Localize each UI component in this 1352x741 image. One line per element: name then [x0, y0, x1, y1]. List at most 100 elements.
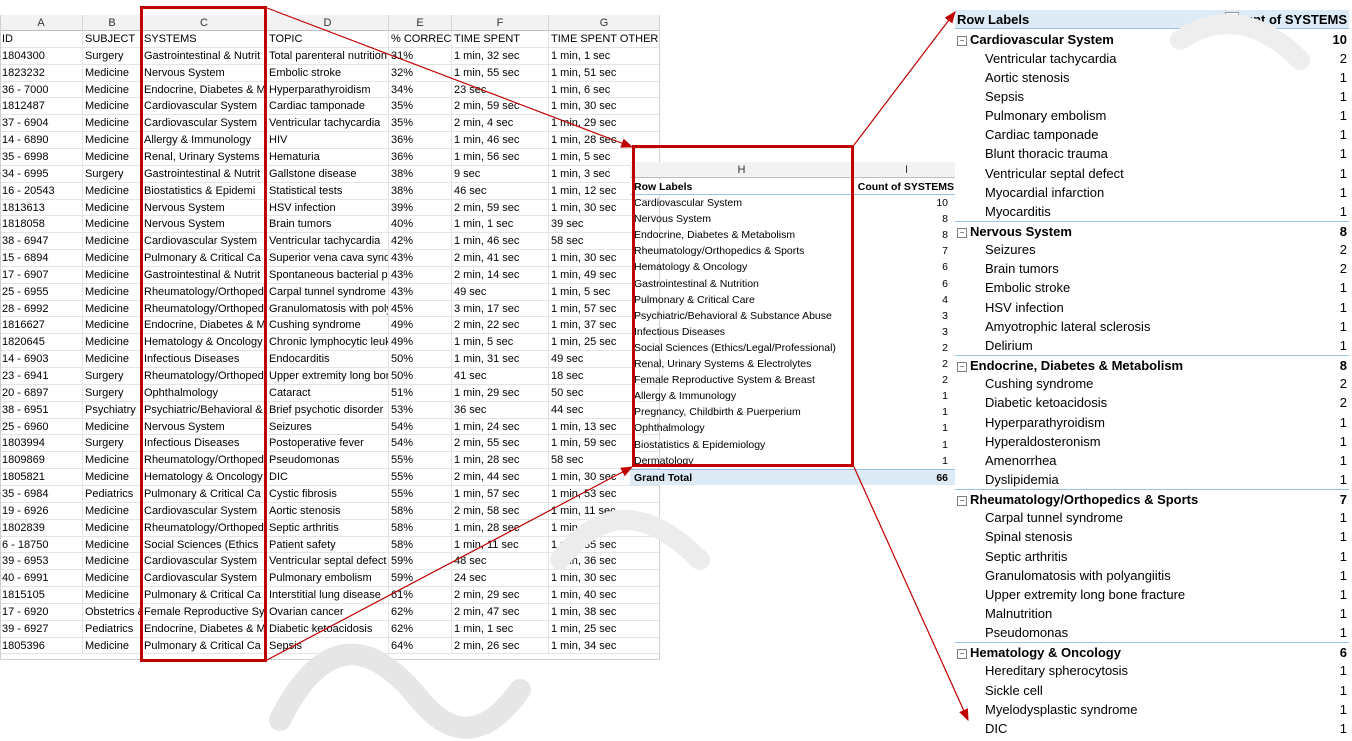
cell-subject[interactable]: SUBJECT — [83, 31, 142, 47]
pivot-item-row[interactable]: DIC 1 — [955, 719, 1349, 738]
cell-subject[interactable]: Medicine — [83, 148, 142, 165]
cell-time-spent[interactable]: 2 min, 58 sec — [452, 502, 549, 519]
cell-time-spent-other[interactable]: 1 min, 35 sec — [549, 536, 660, 553]
cell-systems[interactable]: Endocrine, Diabetes & M — [142, 317, 267, 334]
cell-systems[interactable]: Cardiovascular System — [142, 98, 267, 115]
cell-time-spent-other[interactable]: 1 min, 30 sec — [549, 570, 660, 587]
pivot-item-row[interactable]: Cushing syndrome 2 — [955, 374, 1349, 393]
cell-time-spent[interactable]: 2 min, 59 sec — [452, 98, 549, 115]
cell-time-spent[interactable]: 49 sec — [452, 283, 549, 300]
pivot-row[interactable]: Female Reproductive System & Breast 2 — [630, 372, 960, 388]
cell-subject[interactable]: Medicine — [83, 115, 142, 132]
cell-topic[interactable]: Ventricular septal defect — [267, 553, 389, 570]
cell-time-spent[interactable]: 1 min, 11 sec — [452, 536, 549, 553]
column-header-g[interactable]: G — [549, 15, 660, 31]
cell-time-spent-other[interactable]: 1 min, 38 sec — [549, 603, 660, 620]
cell-systems[interactable]: Pulmonary & Critical Ca — [142, 587, 267, 604]
cell-systems[interactable]: Female Reproductive Sy — [142, 603, 267, 620]
cell-correct[interactable]: 62% — [389, 603, 452, 620]
cell-correct[interactable]: 36% — [389, 148, 452, 165]
cell-time-spent[interactable]: 1 min, 1 sec — [452, 216, 549, 233]
cell-subject[interactable]: Medicine — [83, 637, 142, 654]
pivot-item-row[interactable]: Embolic stroke 1 — [955, 278, 1349, 297]
cell-systems[interactable]: Gastrointestinal & Nutrit — [142, 47, 267, 64]
cell-subject[interactable]: Pediatrics — [83, 485, 142, 502]
pivot-row[interactable]: Ophthalmology 1 — [630, 420, 960, 436]
cell-topic[interactable]: Cystic fibrosis — [267, 485, 389, 502]
pivot-group-row[interactable]: − Rheumatology/Orthopedics & Sports 7 — [955, 489, 1349, 508]
cell-correct[interactable]: 40% — [389, 216, 452, 233]
pivot-item-row[interactable]: Sepsis 1 — [955, 87, 1349, 106]
cell-id[interactable]: 1805821 — [0, 469, 83, 486]
cell-subject[interactable]: Medicine — [83, 132, 142, 149]
cell-time-spent[interactable]: 3 min, 17 sec — [452, 300, 549, 317]
cell-topic[interactable]: Upper extremity long bon — [267, 368, 389, 384]
pivot-row[interactable]: Hematology & Oncology 6 — [630, 259, 960, 275]
cell-systems[interactable]: Hematology & Oncology — [142, 334, 267, 351]
cell-correct[interactable]: 59% — [389, 553, 452, 570]
cell-topic[interactable]: Cushing syndrome — [267, 317, 389, 334]
cell-topic[interactable]: Carpal tunnel syndrome — [267, 283, 389, 300]
cell-time-spent-other[interactable]: 1 min, 40 sec — [549, 587, 660, 604]
pivot-item-row[interactable]: Pseudomonas 1 — [955, 623, 1349, 642]
cell-time-spent[interactable]: 2 min, 44 sec — [452, 469, 549, 486]
pivot-item-row[interactable]: Ventricular septal defect 1 — [955, 164, 1349, 183]
cell-systems[interactable]: Rheumatology/Orthoped — [142, 452, 267, 469]
cell-correct[interactable]: 59% — [389, 570, 452, 587]
cell-systems[interactable]: Cardiovascular System — [142, 502, 267, 519]
cell-systems[interactable]: Allergy & Immunology — [142, 132, 267, 149]
pivot-row[interactable]: Dermatology 1 — [630, 453, 960, 469]
cell-id[interactable]: 1820645 — [0, 334, 83, 351]
pivot-row[interactable]: Allergy & Immunology 1 — [630, 388, 960, 404]
cell-id[interactable]: 14 - 6890 — [0, 132, 83, 149]
pivot-row[interactable]: Gastrointestinal & Nutrition 6 — [630, 276, 960, 292]
cell-subject[interactable]: Medicine — [83, 199, 142, 216]
cell-time-spent[interactable]: 1 min, 55 sec — [452, 64, 549, 81]
pivot-item-row[interactable]: Hyperparathyroidism 1 — [955, 413, 1349, 432]
cell-topic[interactable]: Endocarditis — [267, 351, 389, 368]
cell-id[interactable]: 34 - 6995 — [0, 165, 83, 182]
cell-time-spent[interactable]: 46 sec — [452, 182, 549, 199]
cell-topic[interactable]: Cardiac tamponade — [267, 98, 389, 115]
cell-subject[interactable]: Medicine — [83, 250, 142, 267]
cell-systems[interactable]: Rheumatology/Orthoped — [142, 300, 267, 317]
cell-subject[interactable]: Obstetrics & — [83, 603, 142, 620]
cell-systems[interactable]: Endocrine, Diabetes & M — [142, 81, 267, 98]
cell-correct[interactable]: 31% — [389, 47, 452, 64]
cell-topic[interactable]: Postoperative fever — [267, 435, 389, 452]
cell-time-spent-other[interactable]: 1 min, 30 sec — [549, 98, 660, 115]
cell-subject[interactable]: Medicine — [83, 182, 142, 199]
cell-correct[interactable]: 53% — [389, 401, 452, 418]
cell-id[interactable]: 1815105 — [0, 587, 83, 604]
cell-correct[interactable]: 38% — [389, 182, 452, 199]
cell-topic[interactable]: Ventricular tachycardia — [267, 233, 389, 250]
cell-topic[interactable]: HSV infection — [267, 199, 389, 216]
cell-time-spent[interactable]: 2 min, 4 sec — [452, 115, 549, 132]
cell-time-spent[interactable]: 2 min, 55 sec — [452, 435, 549, 452]
cell-id[interactable]: 25 - 6955 — [0, 283, 83, 300]
cell-topic[interactable]: Interstitial lung disease — [267, 587, 389, 604]
cell-topic[interactable]: Sepsis — [267, 637, 389, 654]
pivot-group-row[interactable]: − Cardiovascular System 10 — [955, 30, 1349, 49]
cell-subject[interactable]: Medicine — [83, 553, 142, 570]
cell-subject[interactable]: Medicine — [83, 317, 142, 334]
cell-topic[interactable]: Gallstone disease — [267, 165, 389, 182]
cell-correct[interactable]: 54% — [389, 418, 452, 435]
cell-topic[interactable]: Statistical tests — [267, 182, 389, 199]
cell-time-spent-other[interactable]: 1 min, 6 sec — [549, 81, 660, 98]
cell-subject[interactable]: Medicine — [83, 334, 142, 351]
column-header-e[interactable]: E — [389, 15, 452, 31]
cell-topic[interactable]: Diabetic ketoacidosis — [267, 620, 389, 637]
cell-topic[interactable]: Embolic stroke — [267, 64, 389, 81]
pivot-item-row[interactable]: Spinal stenosis 1 — [955, 527, 1349, 546]
cell-subject[interactable]: Surgery — [83, 384, 142, 401]
cell-time-spent[interactable]: 2 min, 41 sec — [452, 250, 549, 267]
cell-subject[interactable]: Medicine — [83, 418, 142, 435]
cell-id[interactable]: 40 - 6991 — [0, 570, 83, 587]
cell-id[interactable]: 20 - 6897 — [0, 384, 83, 401]
cell-id[interactable]: 37 - 6904 — [0, 115, 83, 132]
cell-time-spent-other[interactable]: TIME SPENT OTHER — [549, 31, 660, 47]
cell-topic[interactable]: Aortic stenosis — [267, 502, 389, 519]
collapse-icon[interactable]: − — [957, 35, 967, 46]
pivot-item-row[interactable]: Hyperaldosteronism 1 — [955, 432, 1349, 451]
